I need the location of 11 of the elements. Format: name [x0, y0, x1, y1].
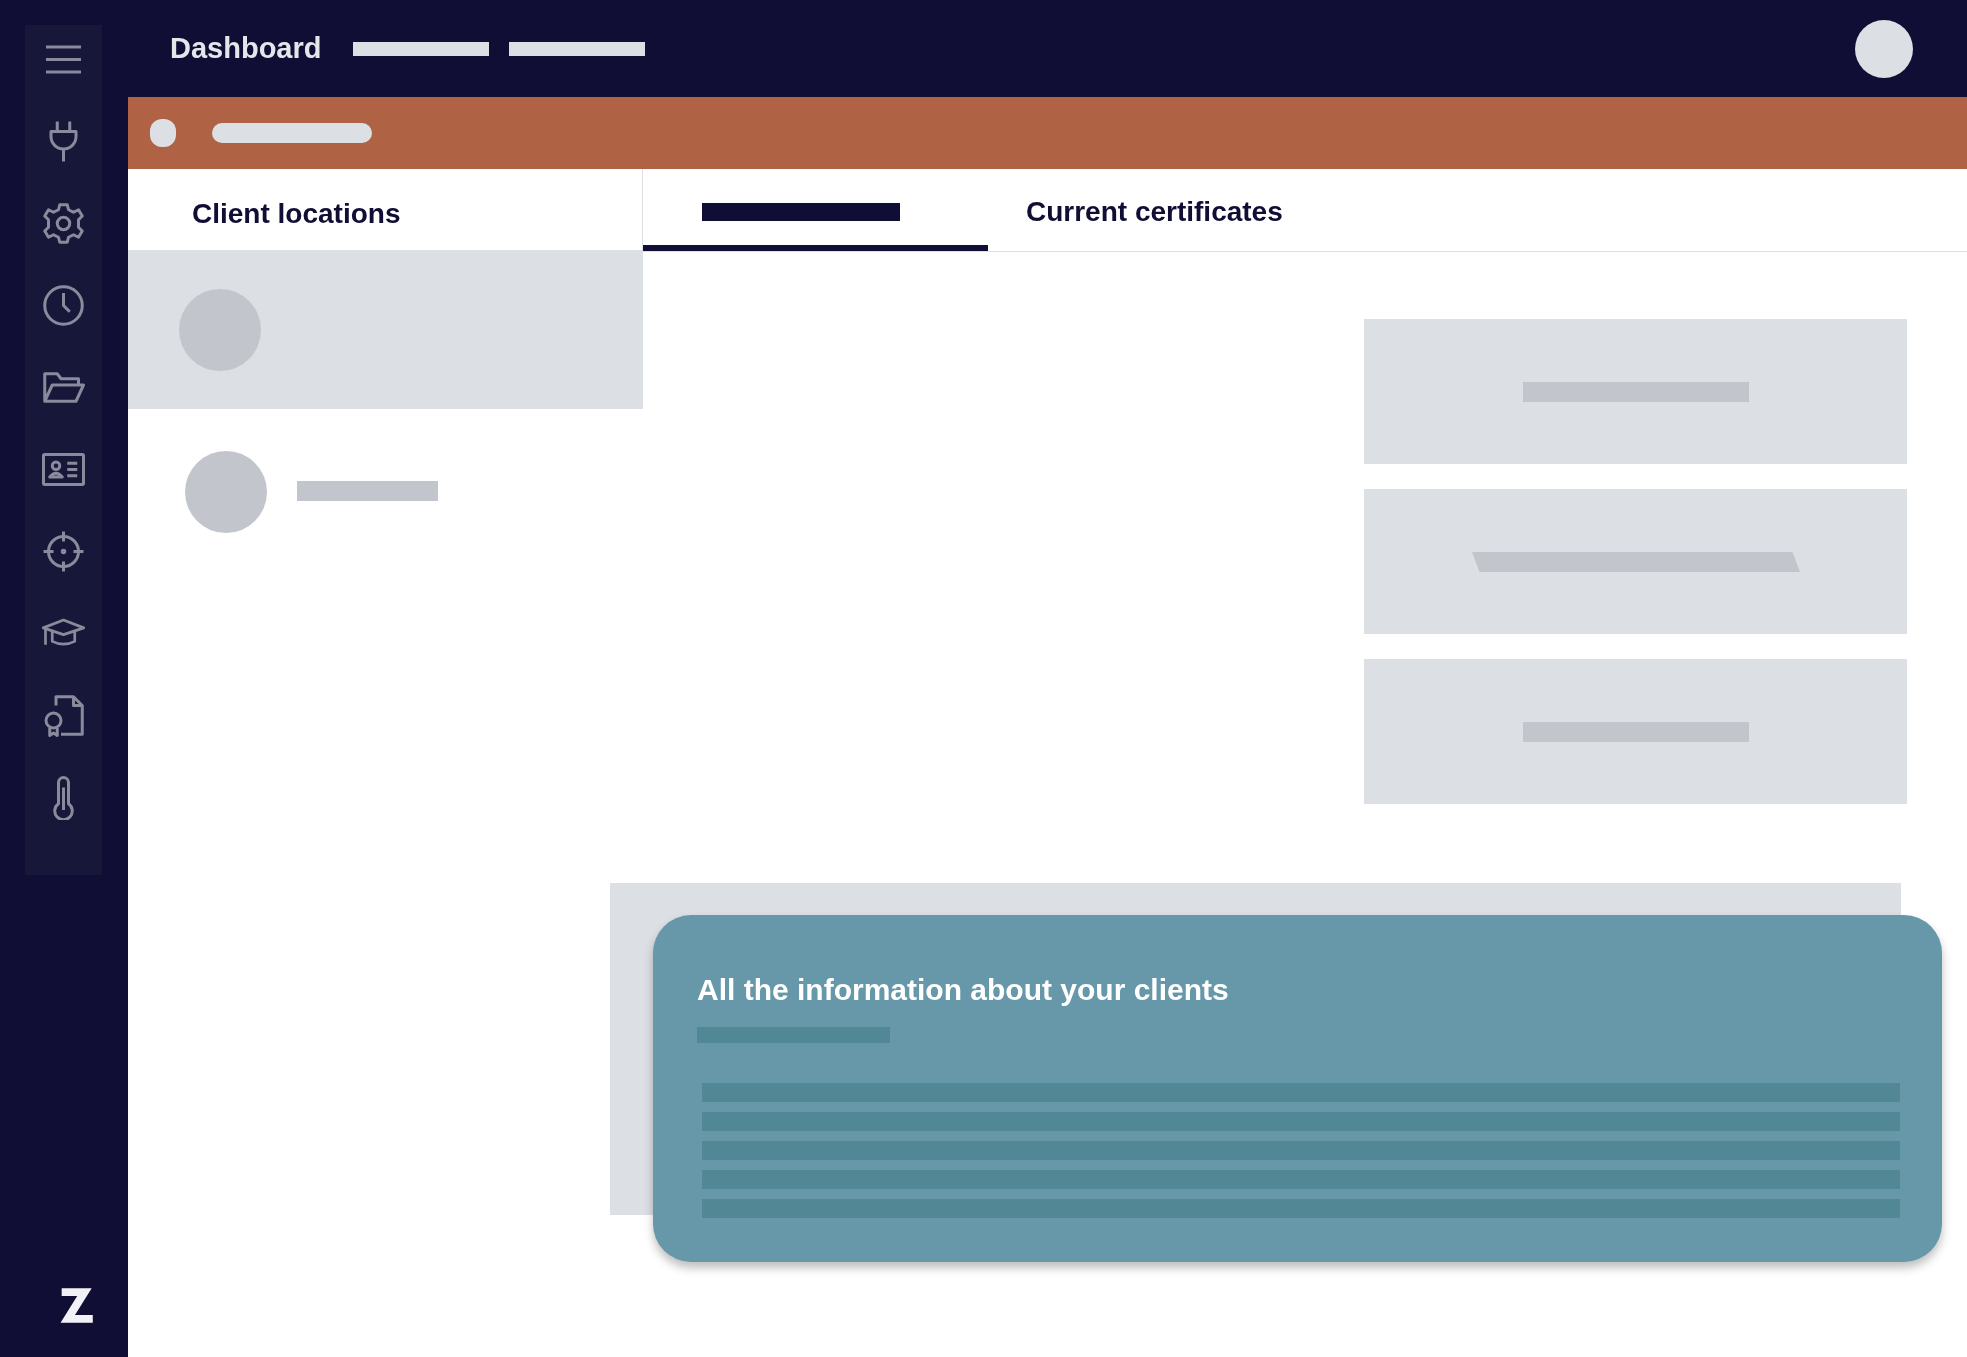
avatar[interactable]	[1855, 19, 1913, 78]
settings-icon[interactable]	[41, 201, 86, 246]
clock-icon[interactable]	[41, 283, 86, 328]
nav-placeholder[interactable]	[509, 41, 646, 56]
panel-title: Client locations	[192, 197, 401, 230]
tab[interactable]: Current certificates	[988, 169, 1283, 251]
info-title: All the information about your clients	[697, 973, 1230, 1007]
crosshair-icon[interactable]	[41, 529, 86, 574]
page-title: Dashboard	[170, 32, 322, 65]
nav-placeholder[interactable]	[353, 41, 490, 56]
certificate-icon[interactable]	[41, 693, 86, 738]
